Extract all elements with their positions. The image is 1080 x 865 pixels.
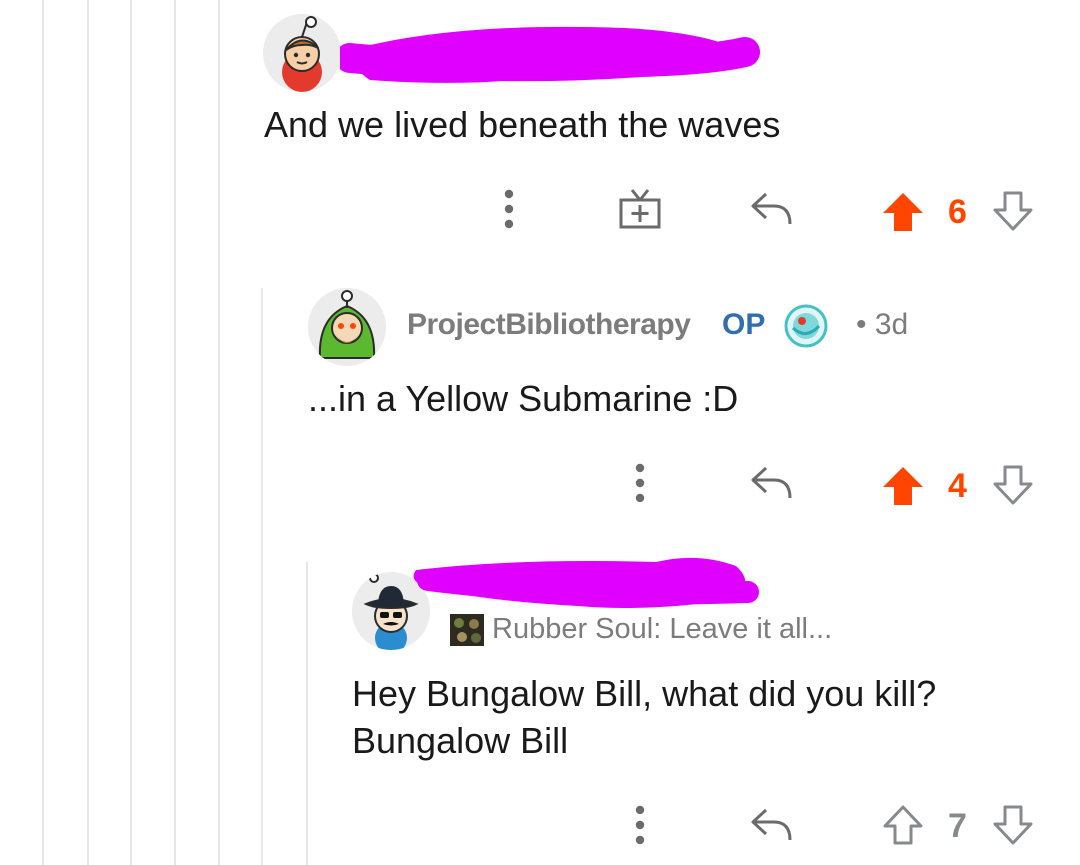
vote-count: 4	[948, 467, 967, 505]
comment-body: ...in a Yellow Submarine :D	[308, 378, 739, 419]
downvote-button[interactable]	[992, 190, 1034, 232]
more-icon	[635, 463, 645, 503]
reply-button[interactable]	[750, 806, 794, 844]
award-button[interactable]	[618, 186, 662, 230]
downvote-arrow-icon	[993, 191, 1033, 231]
upvote-arrow-icon	[883, 805, 923, 845]
comment-body-line: Hey Bungalow Bill, what did you kill?	[352, 673, 937, 714]
more-options-button[interactable]	[626, 462, 654, 504]
reply-button[interactable]	[750, 190, 794, 228]
flair-emoji-icon	[450, 614, 484, 646]
user-flair: Rubber Soul: Leave it all...	[492, 613, 833, 645]
comment-age: • 3d	[856, 308, 909, 341]
comment: ProjectBibliotherapy OP • 3d ...in a Yel…	[0, 280, 1080, 520]
redaction-mark	[413, 557, 759, 608]
comment: And we lived beneath the waves 6	[0, 0, 1080, 260]
downvote-arrow-icon	[993, 465, 1033, 505]
upvote-button[interactable]	[882, 804, 924, 846]
downvote-button[interactable]	[992, 804, 1034, 846]
downvote-button[interactable]	[992, 464, 1034, 506]
reply-icon	[751, 808, 792, 841]
more-icon	[504, 189, 514, 229]
upvote-button[interactable]	[882, 466, 924, 506]
upvote-arrow-icon	[883, 193, 923, 231]
comment-body-line: Bungalow Bill	[352, 720, 569, 761]
comment: Rubber Soul: Leave it all... Hey Bungalo…	[0, 540, 1080, 865]
more-options-button[interactable]	[626, 804, 654, 846]
reply-icon	[751, 466, 792, 499]
downvote-arrow-icon	[993, 805, 1033, 845]
achievement-badge-icon[interactable]	[784, 304, 828, 348]
more-options-button[interactable]	[495, 188, 523, 230]
avatar[interactable]	[308, 288, 386, 366]
username[interactable]: ProjectBibliotherapy	[407, 308, 691, 342]
gift-icon	[619, 189, 661, 229]
reply-button[interactable]	[750, 464, 794, 502]
more-icon	[635, 805, 645, 845]
upvote-button[interactable]	[882, 192, 924, 232]
reply-icon	[751, 192, 792, 225]
redaction-mark	[340, 26, 760, 83]
vote-count: 7	[948, 807, 967, 845]
op-badge: OP	[722, 308, 766, 341]
comment-body: And we lived beneath the waves	[264, 104, 781, 145]
upvote-arrow-icon	[883, 467, 923, 505]
vote-count: 6	[948, 193, 967, 231]
avatar[interactable]	[263, 14, 341, 92]
